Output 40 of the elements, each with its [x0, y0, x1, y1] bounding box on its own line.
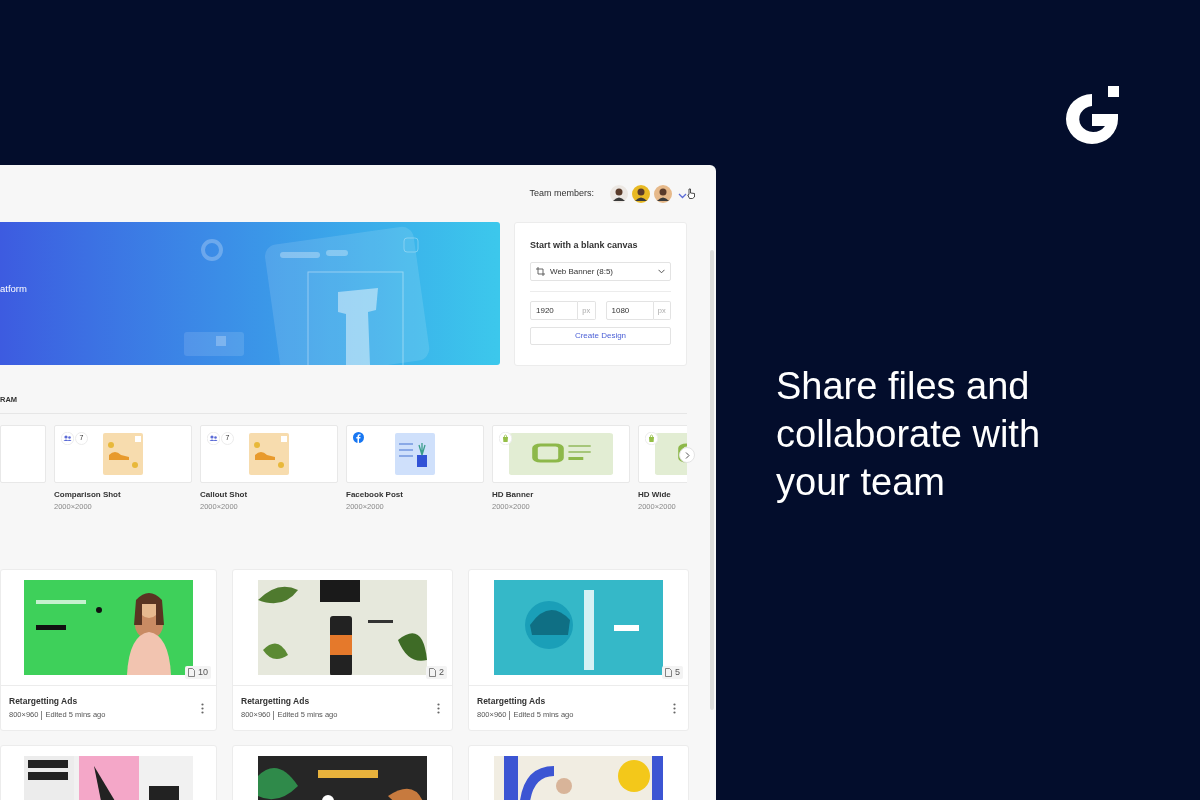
template-name: HD Banner	[492, 489, 535, 500]
template-name: HD Wide	[638, 489, 672, 500]
card-title: Start with a blank canvas	[530, 239, 639, 251]
crop-icon	[536, 267, 545, 276]
team-dropdown-button[interactable]	[678, 188, 696, 199]
page-icon	[429, 668, 436, 677]
facebook-icon	[353, 432, 364, 443]
shopping-bag-icon	[645, 432, 658, 445]
page-icon	[665, 668, 672, 677]
chevron-right-icon	[684, 451, 690, 459]
template-card[interactable]	[346, 425, 484, 483]
page-count-badge: 10	[185, 666, 211, 679]
people-icon	[207, 432, 220, 445]
template-name: Callout Shot	[200, 489, 249, 500]
hero-text: atform	[0, 282, 27, 297]
height-field[interactable]: 1080	[605, 301, 654, 320]
team-label: Team members:	[529, 186, 594, 200]
chevron-down-icon	[658, 269, 665, 274]
more-options-icon[interactable]	[673, 702, 676, 714]
shopping-bag-icon	[499, 432, 512, 445]
create-design-button[interactable]: Create Design	[530, 327, 671, 345]
chevron-down-icon	[678, 193, 687, 199]
avatar[interactable]	[632, 184, 650, 203]
more-options-icon[interactable]	[201, 702, 204, 714]
page-count-badge: 5	[662, 666, 683, 679]
avatar[interactable]	[654, 184, 672, 203]
more-options-icon[interactable]	[437, 702, 440, 714]
page-count-badge: 2	[426, 666, 447, 679]
design-title: Retargetting Ads	[477, 696, 547, 707]
width-field[interactable]: 1920	[530, 301, 578, 320]
pointer-cursor-icon	[687, 188, 696, 199]
avatar[interactable]	[610, 184, 628, 203]
people-icon	[61, 432, 74, 445]
page-icon	[188, 668, 195, 677]
template-name: Facebook Post	[346, 489, 404, 500]
design-title: Retargetting Ads	[9, 696, 79, 707]
template-name: Comparison Shot	[54, 489, 122, 500]
headline: Share files and collaborate with your team	[776, 364, 1042, 505]
format-dropdown[interactable]: Web Banner (8:5)	[530, 262, 671, 281]
design-title: Retargetting Ads	[241, 696, 311, 707]
